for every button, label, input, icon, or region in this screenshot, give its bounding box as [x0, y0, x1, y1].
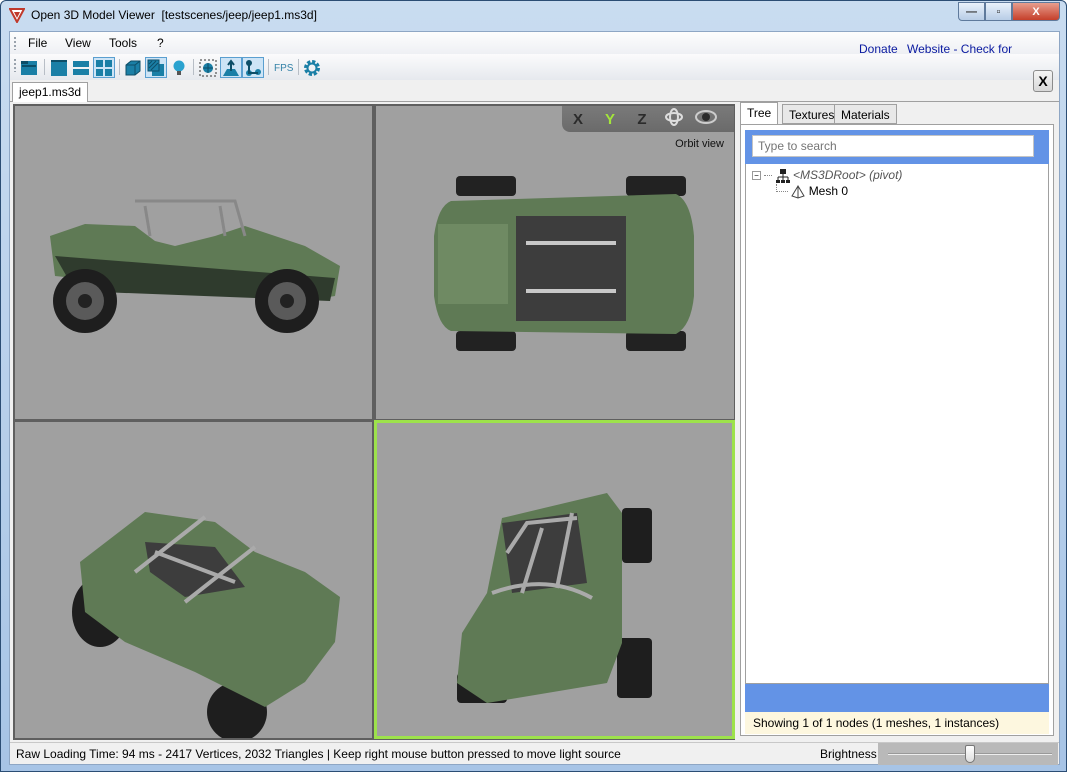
- document-tab[interactable]: jeep1.ms3d: [12, 82, 89, 102]
- normals-icon: [223, 58, 239, 76]
- view-mode-label: Orbit view: [675, 138, 724, 150]
- bounding-box-button[interactable]: [197, 57, 219, 78]
- axis-z-button[interactable]: Z: [626, 111, 658, 128]
- two-views-icon: [73, 60, 89, 75]
- side-panel: Tree Textures Materials − <MS3DRoot> (pi…: [738, 102, 1058, 740]
- toolbar-grip[interactable]: [14, 59, 16, 72]
- minimize-icon: —: [966, 5, 977, 18]
- maximize-button[interactable]: ▫: [985, 2, 1012, 21]
- viewport-side[interactable]: [15, 106, 372, 419]
- menu-view[interactable]: View: [65, 36, 91, 50]
- title-bar: Open 3D Model Viewer [testscenes/jeep/je…: [1, 1, 1066, 31]
- view-mode-button[interactable]: [690, 110, 722, 128]
- menu-bar: File View Tools ? Donate Website - Check…: [10, 32, 1059, 70]
- toolbar-separator: [119, 59, 120, 75]
- tab-materials[interactable]: Materials: [834, 104, 897, 124]
- lightbulb-icon: [173, 60, 185, 75]
- brightness-slider[interactable]: [878, 743, 1058, 765]
- viewport-grid: X Y Z Orbit view: [13, 104, 735, 740]
- mesh-icon: [791, 184, 806, 199]
- document-tab-strip: jeep1.ms3d: [10, 80, 1059, 102]
- viewport-top[interactable]: X Y Z Orbit view: [376, 106, 734, 419]
- search-band: [745, 130, 1049, 164]
- toolbar-separator: [193, 59, 194, 75]
- toolbar-separator: [298, 59, 299, 75]
- tab-tree[interactable]: Tree: [740, 102, 779, 124]
- axis-toolbar: X Y Z: [562, 106, 734, 132]
- menu-grip[interactable]: [14, 37, 16, 50]
- skeleton-button[interactable]: [242, 57, 264, 78]
- textured-icon: [147, 59, 164, 76]
- wireframe-icon: [125, 60, 141, 75]
- close-document-button[interactable]: X: [1033, 70, 1053, 92]
- settings-gear-icon: [304, 59, 320, 76]
- tree-node-mesh[interactable]: Mesh 0: [776, 184, 848, 199]
- node-tree: − <MS3DRoot> (pivot) Mesh 0: [745, 164, 1049, 684]
- tree-node-root-label: <MS3DRoot> (pivot): [793, 168, 903, 182]
- hierarchy-icon: [775, 168, 790, 183]
- close-icon: X: [1038, 73, 1048, 89]
- slider-thumb[interactable]: [965, 745, 975, 763]
- viewport-perspective[interactable]: [15, 422, 372, 738]
- axis-y-button[interactable]: Y: [594, 111, 626, 128]
- maximize-icon: ▫: [996, 5, 1001, 18]
- menu-tools[interactable]: Tools: [109, 36, 137, 50]
- toolbar-separator: [268, 59, 269, 75]
- panel-footer-band: [745, 684, 1049, 712]
- jeep-model-perspective: [72, 512, 340, 738]
- jeep-model-side: [50, 199, 340, 333]
- single-view-icon: [51, 59, 67, 76]
- light-button[interactable]: [168, 57, 190, 78]
- eye-icon: [695, 110, 717, 124]
- textured-button[interactable]: [145, 57, 167, 78]
- axis-x-button[interactable]: X: [562, 111, 594, 128]
- open-folder-icon: [21, 60, 37, 75]
- orbit-icon: [665, 108, 683, 126]
- window-title: Open 3D Model Viewer [testscenes/jeep/je…: [31, 8, 317, 22]
- menu-help[interactable]: ?: [157, 36, 164, 50]
- bounding-box-icon: [199, 59, 217, 76]
- brightness-label: Brightness: [820, 747, 877, 761]
- client-area: File View Tools ? Donate Website - Check…: [9, 31, 1060, 765]
- four-views-button[interactable]: [93, 57, 115, 78]
- skeleton-icon: [246, 59, 261, 76]
- node-count-status: Showing 1 of 1 nodes (1 meshes, 1 instan…: [745, 712, 1049, 734]
- orbit-mode-button[interactable]: [658, 107, 690, 131]
- minimize-button[interactable]: —: [958, 2, 985, 21]
- tree-panel: − <MS3DRoot> (pivot) Mesh 0 Showing 1 of…: [740, 124, 1054, 736]
- viewport-front-active[interactable]: [374, 420, 735, 739]
- status-text: Raw Loading Time: 94 ms - 2417 Vertices,…: [16, 747, 621, 761]
- toolbar: FPS: [10, 54, 1059, 80]
- normals-button[interactable]: [220, 57, 242, 78]
- four-views-icon: [96, 59, 112, 76]
- toolbar-separator: [44, 59, 45, 75]
- single-view-button[interactable]: [48, 57, 70, 78]
- tab-textures[interactable]: Textures: [782, 104, 842, 124]
- close-window-button[interactable]: X: [1012, 2, 1060, 21]
- fps-toggle[interactable]: FPS: [274, 63, 293, 74]
- wireframe-button[interactable]: [122, 57, 144, 78]
- two-views-button[interactable]: [70, 57, 92, 78]
- collapse-icon[interactable]: −: [752, 171, 761, 181]
- settings-button[interactable]: [301, 57, 323, 78]
- open-button[interactable]: [18, 57, 40, 78]
- close-icon: X: [1032, 5, 1040, 18]
- app-window: Open 3D Model Viewer [testscenes/jeep/je…: [0, 0, 1067, 772]
- status-bar: Raw Loading Time: 94 ms - 2417 Vertices,…: [10, 742, 1059, 765]
- app-logo-icon: [9, 8, 25, 23]
- tree-node-root[interactable]: − <MS3DRoot> (pivot): [752, 168, 902, 183]
- jeep-model-top: [434, 176, 694, 351]
- search-input[interactable]: [752, 135, 1034, 157]
- tree-node-mesh-label: Mesh 0: [808, 184, 849, 198]
- menu-file[interactable]: File: [28, 36, 47, 50]
- jeep-model-front: [457, 493, 652, 703]
